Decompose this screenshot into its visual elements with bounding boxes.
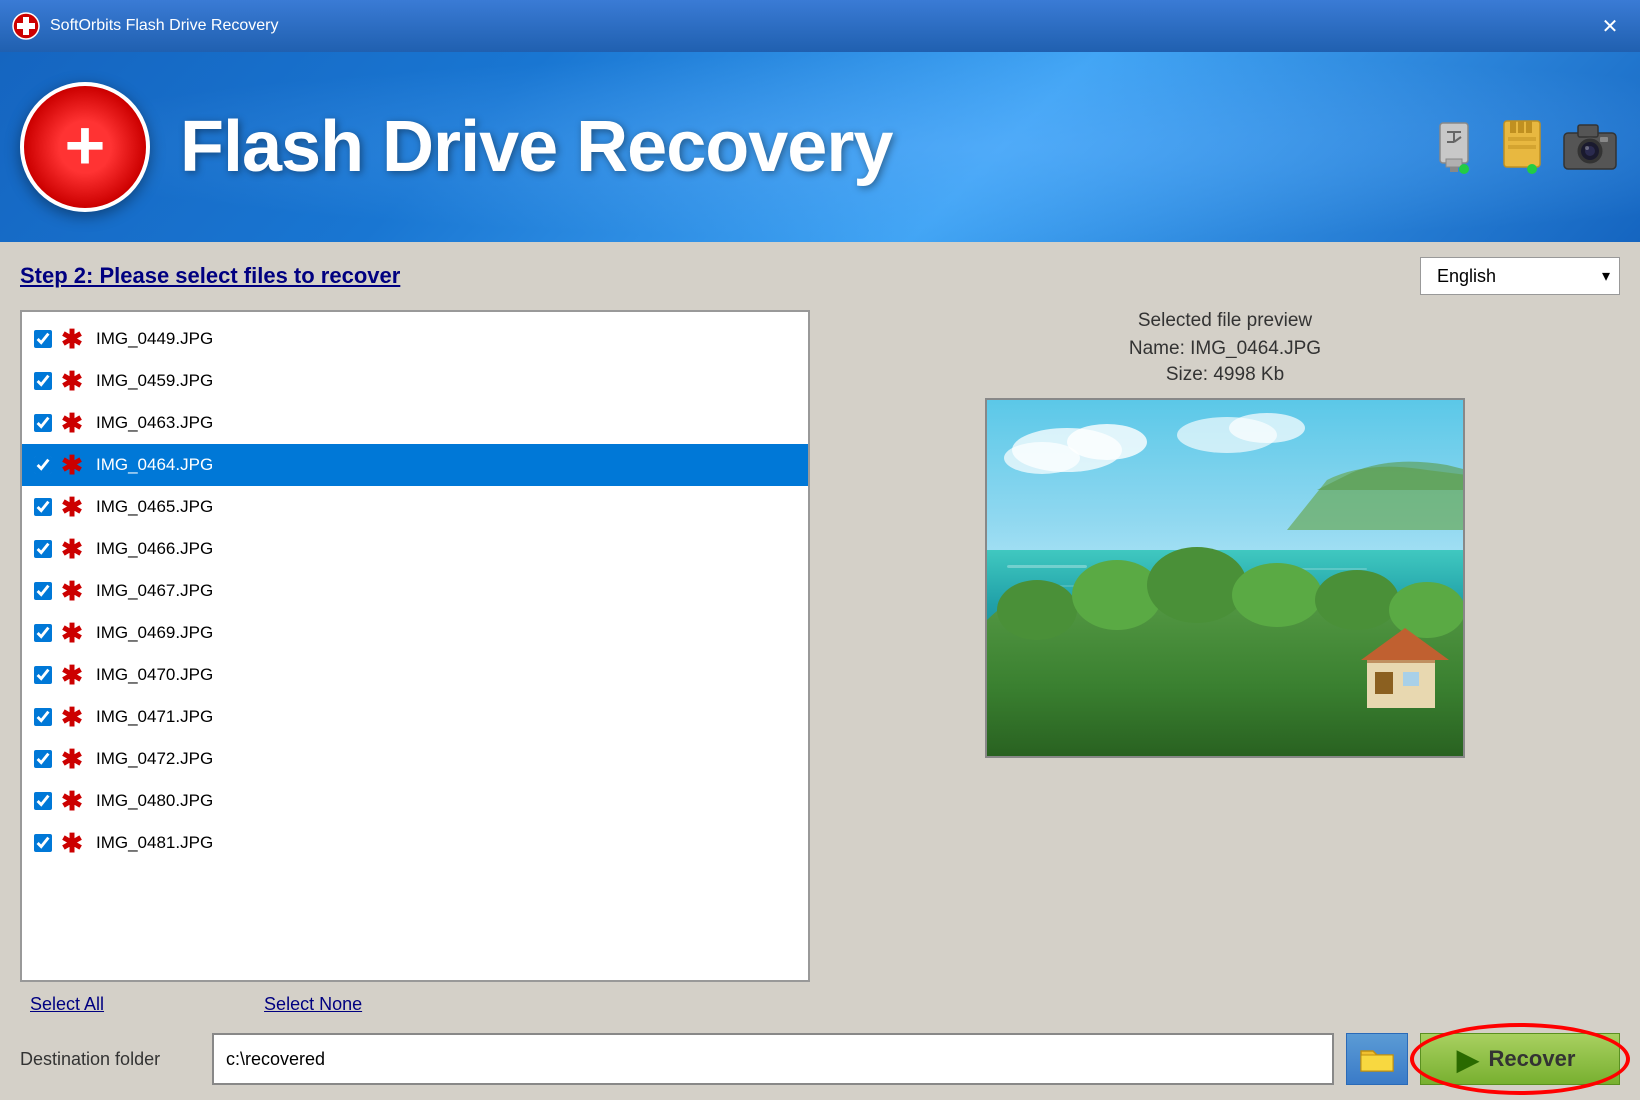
file-name: IMG_0470.JPG [96, 665, 213, 685]
list-item[interactable]: IMG_0481.JPG [22, 822, 808, 864]
title-bar: SoftOrbits Flash Drive Recovery ✕ [0, 0, 1640, 52]
select-buttons-row: Select All Select None [20, 994, 1620, 1015]
preview-filesize: Size: 4998 Kb [1166, 364, 1284, 386]
list-item[interactable]: IMG_0472.JPG [22, 738, 808, 780]
list-item[interactable]: IMG_0463.JPG [22, 402, 808, 444]
file-name: IMG_0465.JPG [96, 497, 213, 517]
file-type-icon [58, 493, 86, 521]
file-type-icon [58, 535, 86, 563]
logo-cross: + [65, 110, 106, 180]
file-checkbox[interactable] [34, 708, 52, 726]
file-name: IMG_0481.JPG [96, 833, 213, 853]
destination-input[interactable] [212, 1033, 1334, 1085]
file-checkbox[interactable] [34, 834, 52, 852]
preview-panel: Selected file preview Name: IMG_0464.JPG… [830, 310, 1620, 982]
file-type-icon [58, 787, 86, 815]
file-type-icon [58, 745, 86, 773]
file-name: IMG_0471.JPG [96, 707, 213, 727]
file-list-panel: IMG_0449.JPG IMG_0459.JPG IMG_0463.JPG [20, 310, 810, 982]
file-name: IMG_0480.JPG [96, 791, 213, 811]
file-checkbox[interactable] [34, 624, 52, 642]
list-item[interactable]: IMG_0466.JPG [22, 528, 808, 570]
header-title: Flash Drive Recovery [180, 106, 892, 188]
file-type-icon [58, 619, 86, 647]
list-item[interactable]: IMG_0464.JPG [22, 444, 808, 486]
select-all-button[interactable]: Select All [30, 994, 104, 1015]
file-checkbox[interactable] [34, 372, 52, 390]
language-select[interactable]: English French German Spanish Russian [1420, 257, 1620, 295]
file-type-icon [58, 325, 86, 353]
file-name: IMG_0469.JPG [96, 623, 213, 643]
list-item[interactable]: IMG_0471.JPG [22, 696, 808, 738]
destination-label: Destination folder [20, 1049, 200, 1070]
list-item[interactable]: IMG_0470.JPG [22, 654, 808, 696]
device-icons [1424, 117, 1620, 177]
recover-arrow-icon: ▶ [1457, 1043, 1479, 1076]
preview-filename: Name: IMG_0464.JPG [1129, 338, 1321, 360]
file-name: IMG_0463.JPG [96, 413, 213, 433]
recover-button-wrapper: ▶ Recover [1420, 1033, 1620, 1085]
step-header-row: Step 2: Please select files to recover E… [20, 257, 1620, 295]
list-item[interactable]: IMG_0480.JPG [22, 780, 808, 822]
file-checkbox[interactable] [34, 498, 52, 516]
file-checkbox[interactable] [34, 750, 52, 768]
file-list-container: IMG_0449.JPG IMG_0459.JPG IMG_0463.JPG [20, 310, 810, 982]
file-name: IMG_0459.JPG [96, 371, 213, 391]
file-type-icon [58, 703, 86, 731]
file-name: IMG_0472.JPG [96, 749, 213, 769]
memory-card-icon [1492, 117, 1552, 177]
file-name: IMG_0449.JPG [96, 329, 213, 349]
list-item[interactable]: IMG_0469.JPG [22, 612, 808, 654]
file-type-icon [58, 451, 86, 479]
app-title: SoftOrbits Flash Drive Recovery [50, 17, 279, 35]
file-checkbox[interactable] [34, 456, 52, 474]
recover-button[interactable]: ▶ Recover [1420, 1033, 1620, 1085]
list-item[interactable]: IMG_0465.JPG [22, 486, 808, 528]
file-checkbox[interactable] [34, 414, 52, 432]
recover-label: Recover [1489, 1046, 1576, 1072]
list-item[interactable]: IMG_0449.JPG [22, 318, 808, 360]
app-logo: + [20, 82, 150, 212]
list-item[interactable]: IMG_0467.JPG [22, 570, 808, 612]
browse-button[interactable] [1346, 1033, 1408, 1085]
file-type-icon [58, 661, 86, 689]
file-checkbox[interactable] [34, 666, 52, 684]
usb-icon [1424, 117, 1484, 177]
preview-label: Selected file preview [1138, 310, 1312, 332]
main-content: Step 2: Please select files to recover E… [0, 242, 1640, 1100]
language-selector-wrapper: English French German Spanish Russian ▾ [1420, 257, 1620, 295]
camera-icon [1560, 117, 1620, 177]
step-title: Step 2: Please select files to recover [20, 263, 400, 289]
file-type-icon [58, 409, 86, 437]
file-checkbox[interactable] [34, 792, 52, 810]
file-name: IMG_0464.JPG [96, 455, 213, 475]
content-row: IMG_0449.JPG IMG_0459.JPG IMG_0463.JPG [20, 310, 1620, 982]
file-name: IMG_0466.JPG [96, 539, 213, 559]
file-checkbox[interactable] [34, 330, 52, 348]
file-list-scroll[interactable]: IMG_0449.JPG IMG_0459.JPG IMG_0463.JPG [22, 312, 808, 980]
destination-row: Destination folder ▶ Recover [20, 1033, 1620, 1085]
bottom-controls: Select All Select None Destination folde… [20, 994, 1620, 1085]
file-checkbox[interactable] [34, 540, 52, 558]
file-checkbox[interactable] [34, 582, 52, 600]
file-name: IMG_0467.JPG [96, 581, 213, 601]
title-bar-left: SoftOrbits Flash Drive Recovery [12, 12, 279, 40]
close-button[interactable]: ✕ [1592, 8, 1628, 44]
select-none-button[interactable]: Select None [264, 994, 362, 1015]
file-type-icon [58, 577, 86, 605]
folder-icon [1359, 1043, 1395, 1075]
app-icon [12, 12, 40, 40]
preview-image [985, 398, 1465, 758]
file-type-icon [58, 829, 86, 857]
file-type-icon [58, 367, 86, 395]
header-banner: + Flash Drive Recovery [0, 52, 1640, 242]
list-item[interactable]: IMG_0459.JPG [22, 360, 808, 402]
